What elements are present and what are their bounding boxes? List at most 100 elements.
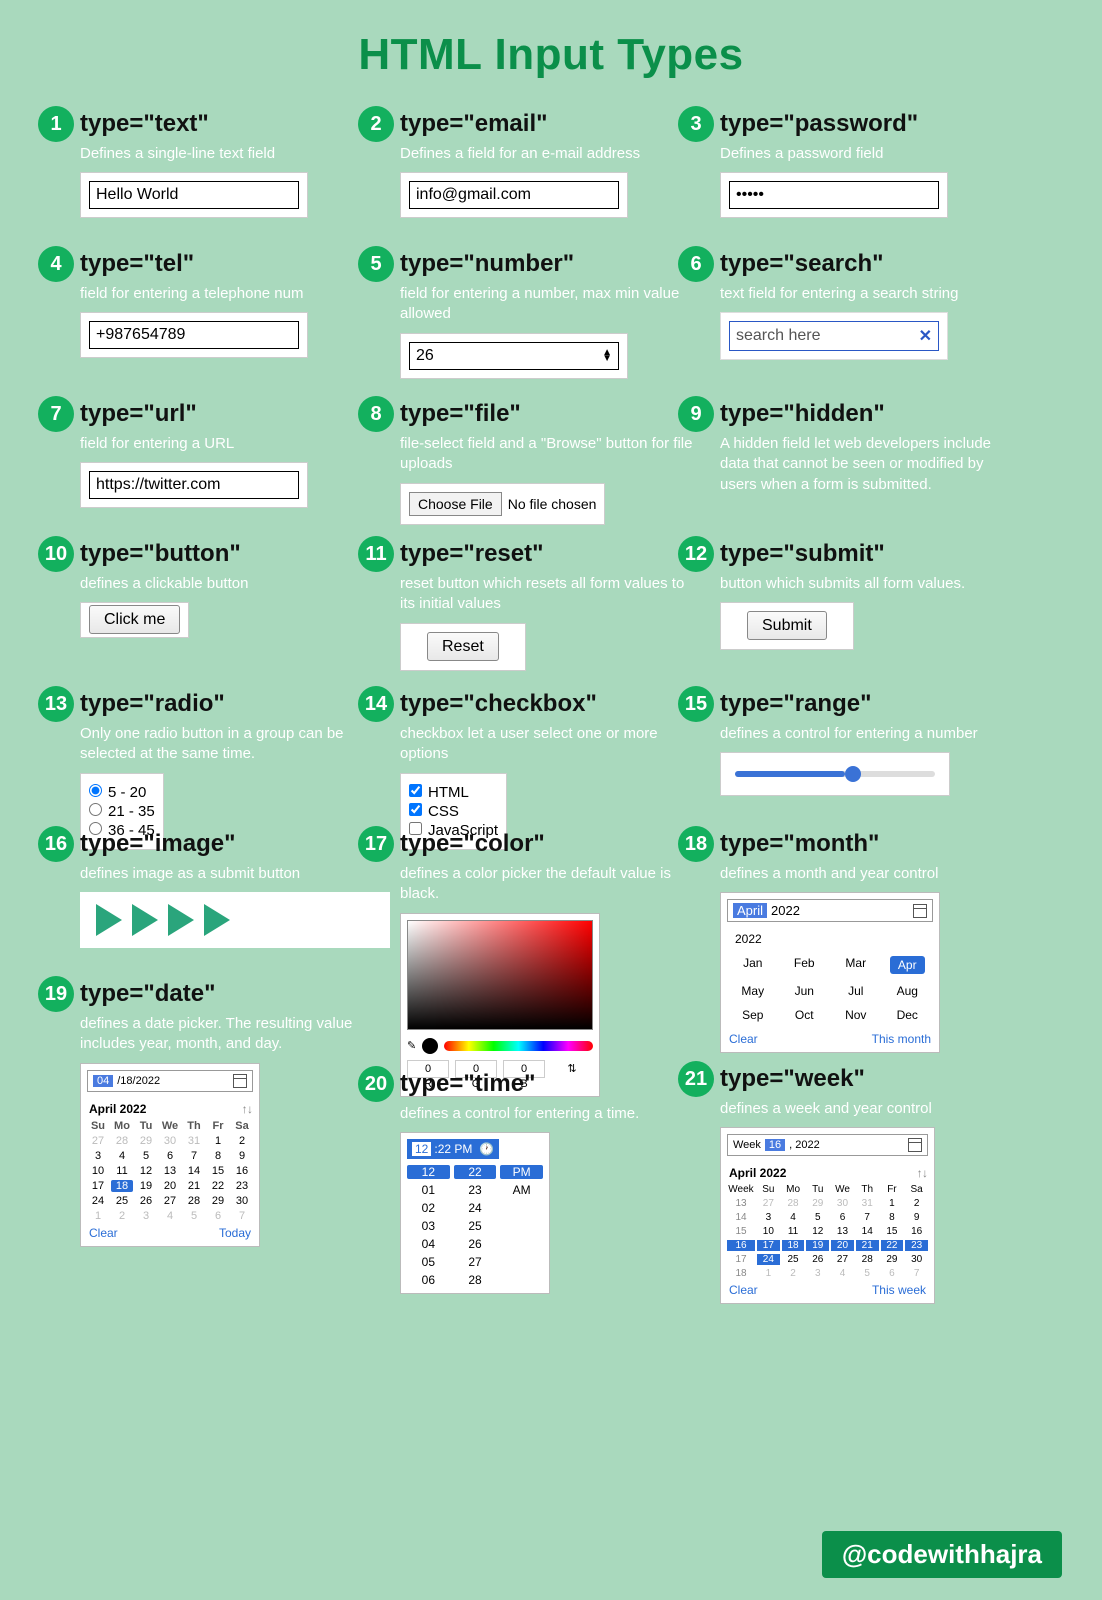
time-cell[interactable] [500,1273,543,1287]
time-cell[interactable]: 03 [407,1219,450,1233]
day-cell[interactable]: 8 [881,1212,904,1223]
clear-search-icon[interactable]: ✕ [919,326,932,346]
day-cell[interactable]: 17 [87,1180,109,1192]
day-cell[interactable]: 30 [831,1198,854,1209]
search-input[interactable]: search here ✕ [729,321,939,351]
text-input[interactable]: Hello World [89,181,299,209]
day-cell[interactable]: 1 [881,1198,904,1209]
time-cell[interactable]: 12 [407,1165,450,1179]
color-picker[interactable]: ✎ 0R 0G 0B ⇅ [400,913,600,1097]
day-cell[interactable]: 27 [831,1254,854,1265]
checkbox-input[interactable] [409,803,422,816]
day-cell[interactable]: 5 [856,1268,879,1279]
day-cell[interactable]: 14 [183,1165,205,1177]
nav-arrows[interactable]: ↑ ↓ [917,1166,926,1180]
month-cell[interactable]: Jul [838,984,874,998]
time-cell[interactable]: PM [500,1165,543,1179]
day-cell[interactable]: 5 [806,1212,829,1223]
day-cell[interactable]: 11 [782,1226,805,1237]
day-cell[interactable]: 28 [782,1198,805,1209]
time-cell[interactable]: 28 [454,1273,497,1287]
week-number[interactable]: 16 [727,1240,755,1251]
day-cell[interactable]: 27 [757,1198,780,1209]
week-number[interactable]: 14 [727,1212,755,1223]
play-icon[interactable] [204,904,230,936]
day-cell[interactable]: 3 [87,1150,109,1162]
spinner-icon[interactable]: ▲▼ [602,350,612,362]
time-cell[interactable]: 24 [454,1201,497,1215]
number-input[interactable]: 26 ▲▼ [409,342,619,370]
day-cell[interactable]: 29 [881,1254,904,1265]
day-cell[interactable]: 5 [183,1210,205,1222]
day-cell[interactable]: 31 [856,1198,879,1209]
day-cell[interactable]: 26 [806,1254,829,1265]
tel-input[interactable]: +987654789 [89,321,299,349]
day-cell[interactable]: 6 [831,1212,854,1223]
day-cell[interactable]: 20 [831,1240,854,1251]
this-week-link[interactable]: This week [872,1283,926,1297]
day-cell[interactable]: 4 [159,1210,181,1222]
day-cell[interactable]: 31 [183,1135,205,1147]
time-cell[interactable]: AM [500,1183,543,1197]
day-cell[interactable]: 13 [159,1165,181,1177]
day-cell[interactable]: 25 [782,1254,805,1265]
time-cell[interactable]: 04 [407,1237,450,1251]
day-cell[interactable]: 14 [856,1226,879,1237]
day-cell[interactable]: 23 [231,1180,253,1192]
day-cell[interactable]: 21 [183,1180,205,1192]
day-cell[interactable]: 6 [881,1268,904,1279]
calendar-icon[interactable] [913,904,927,918]
time-cell[interactable]: 06 [407,1273,450,1287]
calendar-icon[interactable] [908,1138,922,1152]
month-cell[interactable]: May [735,984,771,998]
time-cell[interactable] [500,1237,543,1251]
day-cell[interactable]: 17 [757,1240,780,1251]
day-cell[interactable]: 29 [806,1198,829,1209]
time-cell[interactable]: 05 [407,1255,450,1269]
hue-slider[interactable] [444,1041,593,1051]
clear-link[interactable]: Clear [729,1032,758,1046]
nav-arrows[interactable]: ↑ ↓ [242,1102,251,1116]
date-picker[interactable]: 04/18/2022 April 2022 ↑ ↓ SuMoTuWeThFrSa… [80,1063,260,1247]
day-cell[interactable]: 28 [856,1254,879,1265]
play-icon[interactable] [168,904,194,936]
month-cell[interactable]: Dec [890,1008,926,1022]
checkbox-option[interactable]: CSS [409,803,498,820]
day-cell[interactable]: 30 [159,1135,181,1147]
time-cell[interactable]: 25 [454,1219,497,1233]
choose-file-button[interactable]: Choose File [409,492,502,516]
clear-link[interactable]: Clear [89,1226,118,1240]
day-cell[interactable]: 16 [231,1165,253,1177]
day-cell[interactable]: 2 [782,1268,805,1279]
day-cell[interactable]: 25 [111,1195,133,1207]
day-cell[interactable]: 15 [207,1165,229,1177]
month-cell[interactable]: Nov [838,1008,874,1022]
week-number[interactable]: 13 [727,1198,755,1209]
day-cell[interactable]: 2 [905,1198,928,1209]
checkbox-input[interactable] [409,784,422,797]
password-input[interactable]: ••••• [729,181,939,209]
day-cell[interactable]: 20 [159,1180,181,1192]
month-cell[interactable]: Sep [735,1008,771,1022]
day-cell[interactable]: 6 [159,1150,181,1162]
submit-button[interactable]: Submit [747,611,827,640]
month-cell[interactable]: Jan [735,956,771,974]
day-cell[interactable]: 29 [135,1135,157,1147]
day-cell[interactable]: 10 [757,1226,780,1237]
day-cell[interactable]: 1 [207,1135,229,1147]
time-cell[interactable]: 23 [454,1183,497,1197]
day-cell[interactable]: 4 [111,1150,133,1162]
day-cell[interactable]: 22 [881,1240,904,1251]
time-cell[interactable]: 27 [454,1255,497,1269]
day-cell[interactable]: 10 [87,1165,109,1177]
day-cell[interactable]: 3 [757,1212,780,1223]
time-cell[interactable] [500,1201,543,1215]
day-cell[interactable]: 28 [111,1135,133,1147]
day-cell[interactable]: 19 [806,1240,829,1251]
month-cell[interactable]: Feb [787,956,823,974]
day-cell[interactable]: 2 [231,1135,253,1147]
month-cell[interactable]: Jun [787,984,823,998]
day-cell[interactable]: 27 [159,1195,181,1207]
day-cell[interactable]: 26 [135,1195,157,1207]
day-cell[interactable]: 27 [87,1135,109,1147]
